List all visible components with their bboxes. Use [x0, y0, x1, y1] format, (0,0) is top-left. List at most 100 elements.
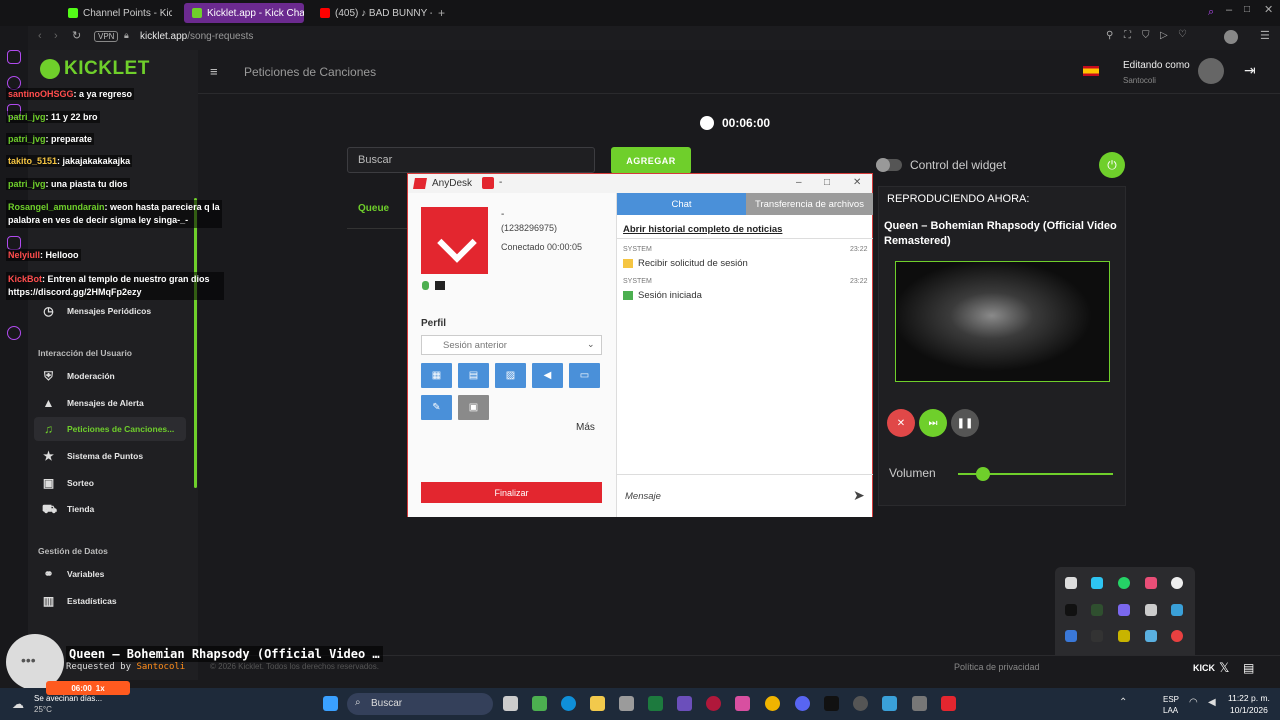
photos-icon[interactable] — [882, 696, 897, 711]
tray-app-icon[interactable] — [1118, 604, 1130, 616]
maximize-icon[interactable]: □ — [824, 177, 830, 188]
collapse-menu-icon[interactable]: ≡ — [210, 64, 218, 79]
weather-text[interactable]: Se avecinan días... — [34, 694, 102, 703]
settings-icon[interactable] — [7, 326, 21, 340]
close-icon[interactable]: ✕ — [853, 177, 861, 188]
teams-icon[interactable] — [677, 696, 692, 711]
message-input[interactable]: Mensaje ➤ — [617, 474, 873, 517]
capcut-icon[interactable] — [824, 696, 839, 711]
kicklet-logo[interactable]: KICKLET — [40, 58, 150, 80]
opera-icon[interactable] — [706, 696, 721, 711]
tab-youtube[interactable]: (405) ♪ BAD BUNNY - V — [312, 3, 432, 23]
volume-slider-knob[interactable] — [975, 467, 990, 481]
avatar[interactable] — [1198, 58, 1224, 84]
song-search-input[interactable]: Buscar — [347, 147, 595, 173]
edge-icon[interactable] — [561, 696, 576, 711]
pin-icon[interactable]: ⚲ — [1106, 30, 1113, 41]
sidebar-item-moderation[interactable]: ⛨ Moderación — [34, 364, 186, 388]
play-icon[interactable]: ▷ — [1160, 30, 1168, 41]
chrome-icon[interactable] — [765, 696, 780, 711]
anydesk-titlebar[interactable]: AnyDesk - – □ ✕ — [408, 174, 872, 193]
video-player[interactable] — [895, 261, 1110, 382]
app-icon[interactable] — [619, 696, 634, 711]
anydesk-icon[interactable] — [941, 696, 956, 711]
snapshot-icon[interactable]: ⛶ — [1124, 30, 1131, 41]
tab-kicklet[interactable]: Kicklet.app - Kick Cha — [184, 3, 304, 23]
maximize-icon[interactable]: □ — [1244, 4, 1250, 15]
x-icon[interactable]: 𝕏 — [1219, 660, 1229, 676]
home-icon[interactable] — [7, 50, 21, 64]
vpn-badge[interactable]: VPN — [94, 31, 119, 42]
new-tab-button[interactable]: + — [438, 3, 454, 23]
logout-icon[interactable]: ⇥ — [1244, 62, 1256, 79]
kick-link[interactable]: KICK — [1193, 663, 1215, 673]
sidebar-scrollbar[interactable] — [194, 198, 197, 488]
weather-icon[interactable]: ☁ — [12, 697, 24, 711]
sidebar-item-statistics[interactable]: ▥ Estadísticas — [34, 589, 186, 613]
clock-time[interactable]: 11:22 p. m. — [1228, 693, 1270, 703]
tray-app-icon[interactable] — [1145, 630, 1157, 642]
end-session-button[interactable]: Finalizar — [421, 482, 602, 503]
menu-icon[interactable]: ☰ — [1260, 29, 1270, 42]
tab-queue[interactable]: Queue — [358, 203, 389, 214]
sidebar-item-variables[interactable]: ⚭ Variables — [34, 562, 186, 586]
tray-app-icon[interactable] — [1145, 577, 1157, 589]
tray-app-icon[interactable] — [1091, 630, 1103, 642]
copilot-icon[interactable] — [735, 696, 750, 711]
session-tab-label[interactable]: - — [499, 177, 502, 188]
tray-app-icon[interactable] — [1171, 630, 1183, 642]
search-icon[interactable]: ⌕ — [1208, 6, 1214, 19]
heart-icon[interactable]: ♡ — [1178, 29, 1187, 40]
tray-app-icon[interactable] — [1065, 577, 1077, 589]
tray-app-icon[interactable] — [1118, 630, 1130, 642]
tray-app-icon[interactable] — [1091, 604, 1103, 616]
tray-app-icon[interactable] — [1171, 604, 1183, 616]
input-control-icon[interactable]: ▦ — [421, 363, 452, 388]
folder-icon[interactable] — [590, 696, 605, 711]
task-view-icon[interactable] — [503, 696, 518, 711]
sidebar-item-points-system[interactable]: ★ Sistema de Puntos — [34, 444, 186, 468]
clipboard-icon[interactable]: ▨ — [495, 363, 526, 388]
profile-select[interactable]: Sesión anterior ⌄ — [421, 335, 602, 355]
power-button[interactable]: ⏻ — [1099, 152, 1125, 178]
tab-file-transfer[interactable]: Transferencia de archivos — [746, 193, 873, 215]
document-icon[interactable]: ▤ — [1243, 661, 1254, 675]
pen-icon[interactable]: ✎ — [421, 395, 452, 420]
sidebar-item-raffle[interactable]: ▣ Sorteo — [34, 471, 186, 495]
lock-screen-icon[interactable]: ▣ — [458, 395, 489, 420]
spain-flag-icon[interactable] — [1083, 66, 1099, 76]
session-tab-icon[interactable] — [482, 177, 494, 189]
tray-app-icon[interactable] — [1171, 577, 1183, 589]
wifi-icon[interactable]: ◠ — [1189, 697, 1198, 708]
sidebar-item-store[interactable]: ⛟ Tienda — [34, 497, 186, 521]
volume-icon[interactable]: ◀ — [1208, 697, 1216, 708]
sound-icon[interactable]: ◀ — [532, 363, 563, 388]
send-icon[interactable]: ➤ — [853, 487, 865, 504]
screen-share-icon[interactable]: ▭ — [569, 363, 600, 388]
remove-song-button[interactable]: ✕ — [887, 409, 915, 437]
tab-channel-points[interactable]: Channel Points - Kick Das — [60, 3, 172, 23]
tray-app-icon[interactable] — [1145, 604, 1157, 616]
add-song-button[interactable]: AGREGAR — [611, 147, 691, 174]
minecraft-icon[interactable] — [532, 696, 547, 711]
whatsapp-icon[interactable] — [1118, 577, 1130, 589]
taskbar-search[interactable]: ⌕ Buscar — [347, 693, 493, 715]
file-icon[interactable]: ▤ — [458, 363, 489, 388]
minimize-icon[interactable]: – — [796, 177, 802, 188]
forward-icon[interactable]: › — [54, 30, 58, 42]
language-indicator[interactable]: ESP — [1163, 695, 1179, 704]
profile-avatar[interactable] — [1224, 30, 1238, 44]
widget-toggle[interactable] — [876, 158, 902, 172]
url-field[interactable]: kicklet.app/song-requests — [140, 31, 253, 42]
tab-chat[interactable]: Chat — [617, 193, 746, 215]
close-icon[interactable]: ✕ — [1264, 3, 1273, 16]
tray-app-icon[interactable] — [1065, 630, 1077, 642]
app-icon[interactable] — [853, 696, 868, 711]
chevron-up-icon[interactable]: ⌃ — [1119, 697, 1127, 708]
sidebar-item-alert-messages[interactable]: ▲ Mensajes de Alerta — [34, 391, 186, 415]
open-history-link[interactable]: Abrir historial completo de noticias — [623, 224, 782, 235]
minimize-icon[interactable]: – — [1226, 4, 1232, 16]
app-icon[interactable] — [912, 696, 927, 711]
pause-button[interactable]: ❚❚ — [951, 409, 979, 437]
whatsapp-icon[interactable] — [7, 236, 21, 250]
